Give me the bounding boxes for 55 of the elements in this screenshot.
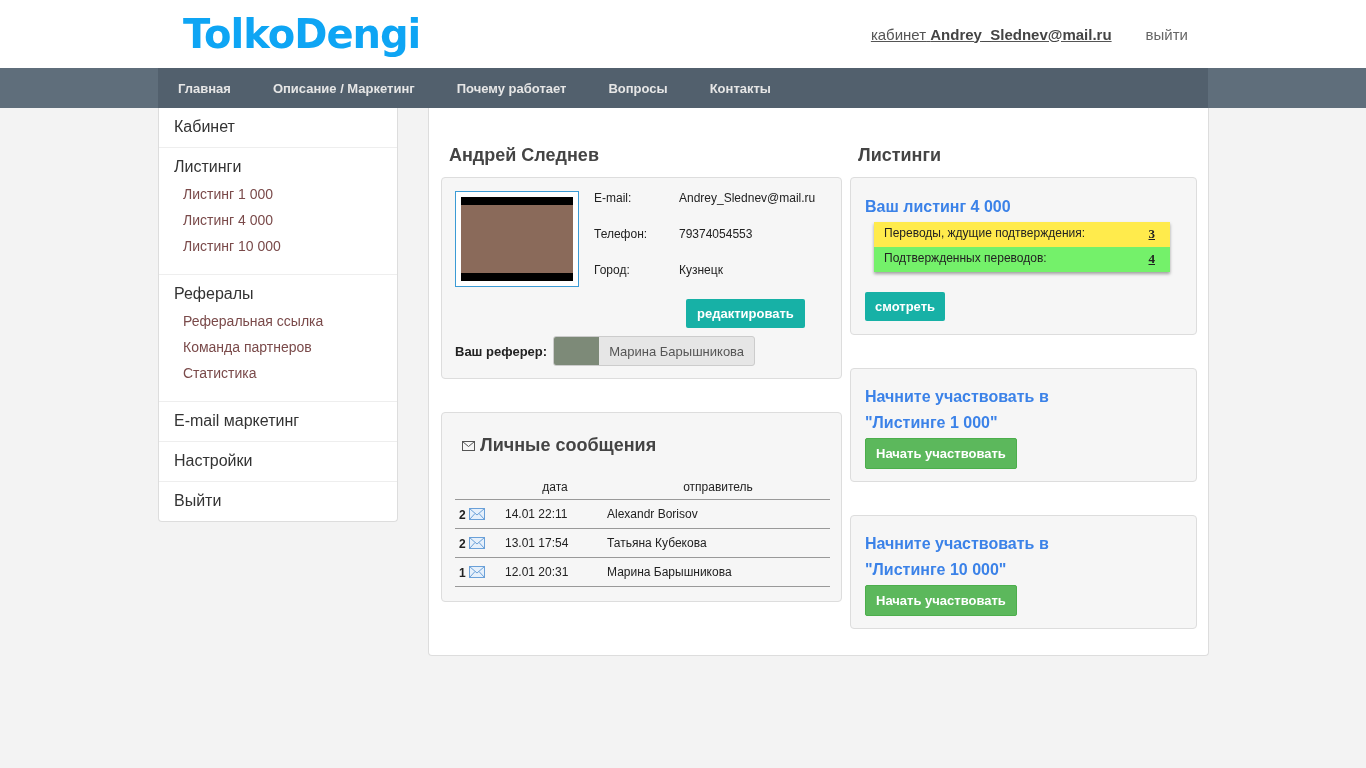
column-header: дата: [504, 475, 606, 500]
sidebar-subitem[interactable]: Команда партнеров: [183, 339, 382, 355]
field-label: Город:: [594, 263, 631, 279]
offer-title[interactable]: "Листинге 10 000": [865, 557, 1182, 583]
logout-link[interactable]: выйти: [1145, 25, 1188, 43]
sidebar-subitem[interactable]: Листинг 4 000: [183, 212, 382, 228]
envelope-icon: [462, 440, 475, 451]
field-label: E-mail:: [594, 191, 633, 207]
listing-title[interactable]: Ваш листинг 4 000: [865, 194, 1182, 220]
nav-link[interactable]: Вопросы: [608, 80, 668, 96]
envelope-icon: [469, 566, 486, 579]
field-value: Andrey_Slednev@mail.ru: [679, 191, 816, 207]
table-cell[interactable]: Alexandr Borisov: [606, 499, 830, 529]
nav-link[interactable]: Описание / Маркетинг: [272, 80, 415, 96]
sidebar-item[interactable]: Кабинет: [174, 118, 382, 136]
sidebar-item[interactable]: Листинги: [174, 158, 382, 176]
table-cell: 13.01 17:54: [504, 528, 606, 558]
table-cell: 14.01 22:11: [504, 499, 606, 529]
field-label: Телефон:: [594, 227, 649, 243]
table-cell[interactable]: Татьяна Кубекова: [606, 528, 830, 558]
sidebar-subitem[interactable]: Статистика: [183, 365, 382, 381]
referrer-label: Ваш реферер:: [455, 343, 548, 359]
nav-link[interactable]: Почему работает: [456, 80, 567, 96]
sidebar-item[interactable]: Выйти: [174, 492, 382, 510]
sidebar-item[interactable]: E-mail маркетинг: [174, 412, 382, 430]
offer-title[interactable]: Начните участвовать в: [865, 531, 1182, 557]
listings-title: Листинги: [858, 145, 943, 166]
message-count: 2: [459, 536, 466, 551]
offer-title[interactable]: Начните участвовать в: [865, 384, 1182, 410]
sidebar-subitem[interactable]: Листинг 1 000: [183, 186, 382, 202]
envelope-icon: [469, 508, 486, 521]
column-header: отправитель: [606, 475, 830, 500]
referrer-chip[interactable]: Марина Барышникова: [553, 336, 756, 366]
field-value: Кузнецк: [679, 263, 723, 279]
stat-value[interactable]: 3: [1148, 226, 1155, 242]
nav-link[interactable]: Контакты: [709, 80, 771, 96]
envelope-icon: [469, 537, 486, 550]
table-cell[interactable]: Марина Барышникова: [606, 557, 830, 587]
messages-title: Личные сообщения: [480, 435, 657, 456]
message-count: 2: [459, 507, 466, 522]
account-link[interactable]: кабинет Andrey_Slednev@mail.ru: [870, 25, 1112, 43]
sidebar-subitem[interactable]: Реферальная ссылка: [183, 313, 382, 329]
stat-label: Переводы, ждущие подтверждения:: [884, 226, 1086, 242]
photo-placeholder: [554, 337, 600, 365]
nav-link[interactable]: Главная: [178, 80, 231, 96]
sidebar-item[interactable]: Рефералы: [174, 285, 382, 303]
offer-title[interactable]: "Листинге 1 000": [865, 410, 1182, 436]
stat-label: Подтвержденных переводов:: [884, 251, 1047, 267]
field-value: 79374054553: [679, 227, 753, 243]
stat-value[interactable]: 4: [1148, 251, 1155, 267]
message-count: 1: [459, 565, 466, 580]
profile-title: Андрей Следнев: [449, 145, 600, 166]
table-cell: 12.01 20:31: [504, 557, 606, 587]
sidebar-subitem[interactable]: Листинг 10 000: [183, 238, 382, 254]
sidebar-item[interactable]: Настройки: [174, 452, 382, 470]
